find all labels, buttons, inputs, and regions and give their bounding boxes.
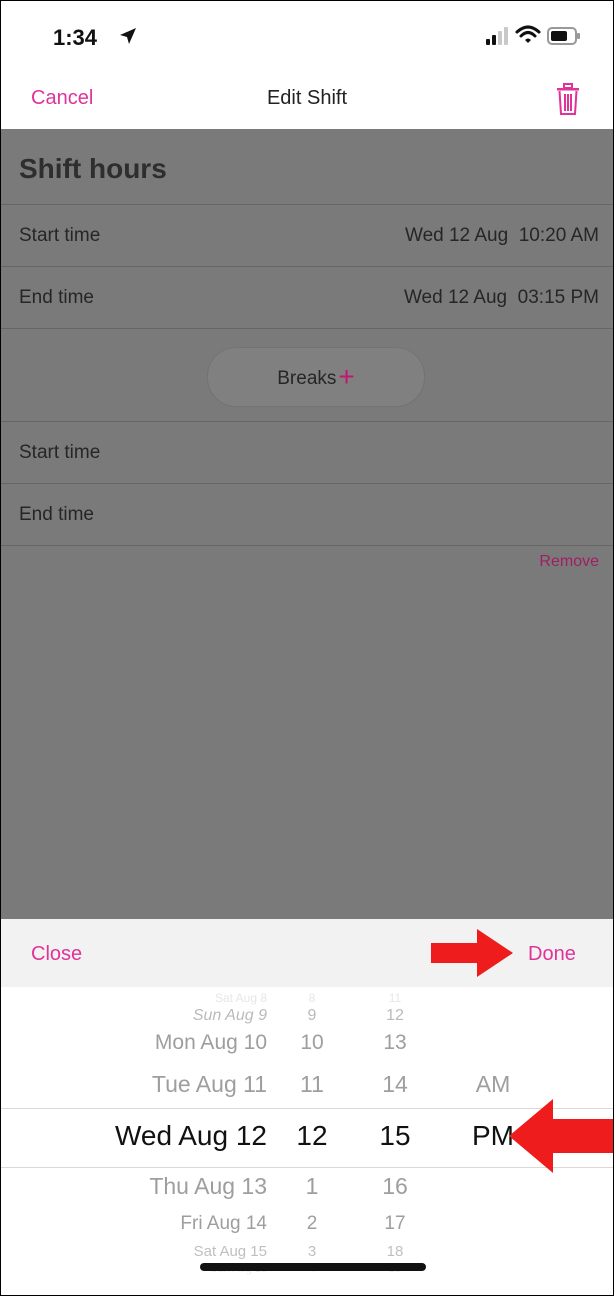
phone-screen: 1:34 Edit Shift Cancel Shift hours Start…: [0, 0, 614, 1296]
picker-option[interactable]: Sat Aug 15: [194, 1243, 267, 1260]
picker-option[interactable]: 8: [286, 991, 338, 1005]
picker-option[interactable]: Sun Aug 9: [193, 1007, 267, 1025]
picker-option[interactable]: 9: [286, 1007, 338, 1025]
wifi-icon: [515, 25, 541, 43]
picker-option[interactable]: 10: [286, 1031, 338, 1055]
location-arrow-icon: [120, 28, 136, 44]
picker-option[interactable]: Sat Aug 8: [215, 991, 267, 1005]
status-time: 1:34: [53, 25, 98, 50]
break-end-row[interactable]: End time: [1, 483, 613, 546]
picker-toolbar: Close Done: [1, 919, 613, 987]
picker-option[interactable]: Thu Aug 13: [149, 1173, 267, 1200]
nav-bar: Edit Shift Cancel: [1, 71, 613, 129]
picker-option[interactable]: Mon Aug 10: [155, 1031, 267, 1055]
date-time-picker[interactable]: Sat Aug 8 Sun Aug 9 Mon Aug 10 Tue Aug 1…: [1, 987, 613, 1295]
shift-form: Shift hours Start time Wed 12 Aug 10:20 …: [1, 129, 613, 919]
divider: [1, 328, 613, 329]
picker-option[interactable]: 17: [365, 1213, 425, 1235]
picker-option[interactable]: 16: [365, 1173, 425, 1200]
cancel-button[interactable]: Cancel: [31, 87, 93, 110]
battery-icon: [547, 27, 580, 45]
plus-icon: +: [338, 361, 355, 392]
shift-end-value: Wed 12 Aug 03:15 PM: [403, 287, 599, 308]
picker-option[interactable]: Fri Aug 14: [180, 1213, 267, 1235]
picker-option[interactable]: 13: [365, 1031, 425, 1055]
picker-option[interactable]: 12: [365, 1007, 425, 1025]
shift-start-row[interactable]: Start time Wed 12 Aug 10:20 AM: [1, 204, 613, 267]
picker-selected-date[interactable]: Wed Aug 12: [115, 1120, 267, 1152]
done-button[interactable]: Done: [528, 943, 576, 966]
status-bar: 1:34: [1, 1, 613, 71]
close-button[interactable]: Close: [31, 943, 82, 966]
picker-option[interactable]: Tue Aug 11: [152, 1071, 267, 1098]
add-break-button[interactable]: Breaks+: [207, 347, 425, 407]
picker-option[interactable]: AM: [463, 1071, 523, 1098]
break-start-label: Start time: [19, 442, 101, 463]
picker-option[interactable]: 11: [365, 991, 425, 1005]
shift-end-label: End time: [19, 287, 94, 308]
divider: [1, 545, 613, 546]
picker-option[interactable]: 2: [286, 1213, 338, 1235]
shift-end-row[interactable]: End time Wed 12 Aug 03:15 PM: [1, 266, 613, 329]
section-title: Shift hours: [19, 153, 167, 184]
picker-selected-hour[interactable]: 12: [286, 1120, 338, 1152]
break-start-row[interactable]: Start time: [1, 421, 613, 484]
picker-option[interactable]: 1: [286, 1173, 338, 1200]
home-indicator: [200, 1263, 426, 1271]
annotation-arrow-icon: [509, 1099, 613, 1173]
trash-icon[interactable]: [556, 83, 580, 115]
picker-option[interactable]: 14: [365, 1071, 425, 1098]
picker-selected-minute[interactable]: 15: [365, 1120, 425, 1152]
break-end-label: End time: [19, 504, 94, 525]
add-break-label: Breaks: [277, 368, 337, 389]
shift-start-value: Wed 12 Aug 10:20 AM: [404, 225, 599, 246]
remove-break-button[interactable]: Remove: [539, 553, 599, 571]
annotation-arrow-icon: [431, 929, 513, 977]
picker-option[interactable]: 11: [286, 1071, 338, 1098]
picker-option[interactable]: 18: [365, 1243, 425, 1260]
picker-option[interactable]: 3: [286, 1243, 338, 1260]
shift-start-label: Start time: [19, 225, 101, 246]
signal-icon: [486, 27, 508, 45]
